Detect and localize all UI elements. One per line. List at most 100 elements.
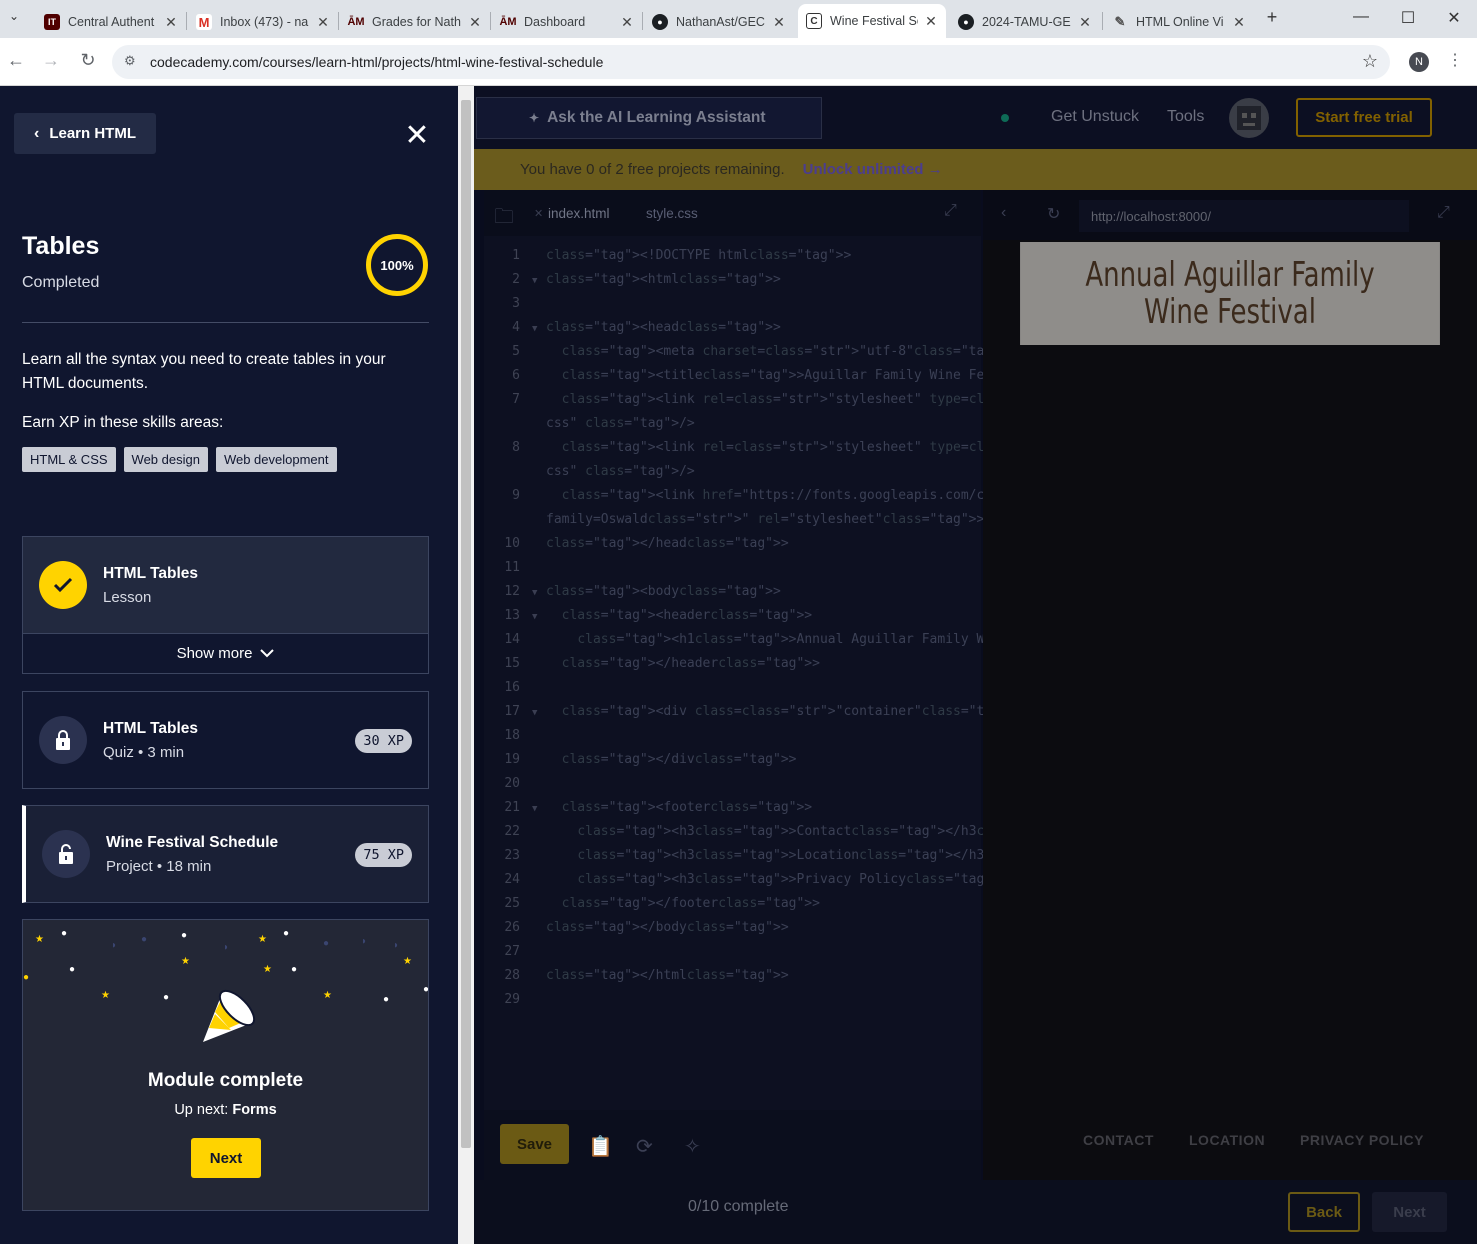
code-line[interactable]: 19 class="tag"></divclass="tag">>	[484, 752, 981, 776]
code-line[interactable]: 6 class="tag"><titleclass="tag">>Aguilla…	[484, 368, 1282, 392]
fold-arrow-icon[interactable]: ▼	[532, 708, 537, 718]
clipboard-icon[interactable]: 📋	[588, 1134, 613, 1159]
tab-index-html[interactable]: index.html	[548, 206, 610, 221]
tab-separator	[490, 12, 491, 30]
code-line[interactable]: 4 ▼ class="tag"><headclass="tag">>	[484, 320, 981, 344]
window-close-icon[interactable]: ✕	[1444, 8, 1464, 28]
bookmark-star-icon[interactable]: ☆	[1362, 51, 1378, 72]
lesson-card-html-tables[interactable]: HTML Tables Lesson	[22, 536, 429, 634]
tools-link[interactable]: Tools	[1167, 108, 1204, 126]
minimize-icon[interactable]: —	[1351, 8, 1371, 26]
preview-back-icon[interactable]: ‹	[1001, 204, 1006, 222]
close-tab-icon[interactable]: ✕	[924, 13, 938, 30]
reload-icon[interactable]: ↻	[77, 50, 99, 71]
sparkle-icon: ✦	[529, 111, 540, 125]
code-line[interactable]: 7 class="tag"><link rel=class="str">"sty…	[484, 392, 1242, 416]
save-button[interactable]: Save	[500, 1124, 569, 1164]
fold-arrow-icon[interactable]: ▼	[532, 324, 537, 334]
code-line[interactable]: 12 ▼ class="tag"><bodyclass="tag">>	[484, 584, 981, 608]
expand-icon[interactable]: ⤢	[944, 202, 957, 220]
next-module-button[interactable]: Next	[191, 1138, 261, 1178]
browser-menu-icon[interactable]: ⋮	[1444, 50, 1466, 70]
preview-url-field[interactable]: http://localhost:8000/	[1079, 200, 1409, 232]
next-button[interactable]: Next	[1372, 1192, 1447, 1232]
code-line[interactable]: 3	[484, 296, 981, 320]
close-tab-icon[interactable]: ✕	[164, 14, 178, 31]
new-tab-icon[interactable]: +	[1262, 7, 1282, 28]
preview-refresh-icon[interactable]: ↻	[1047, 204, 1060, 224]
code-line[interactable]: 20	[484, 776, 981, 800]
code-line[interactable]: 26 class="tag"></bodyclass="tag">>	[484, 920, 981, 944]
unlock-unlimited-link[interactable]: Unlock unlimited →	[803, 161, 943, 178]
code-line[interactable]: 24 class="tag"><h3class="tag">>Privacy P…	[484, 872, 1133, 896]
profile-avatar[interactable]: N	[1409, 52, 1429, 72]
browser-tab-github-tamu[interactable]: ● 2024-TAMU-GE ✕	[950, 6, 1100, 38]
browser-tab-inbox[interactable]: M Inbox (473) - na ✕	[188, 6, 338, 38]
code-line[interactable]: 13 ▼ class="tag"><headerclass="tag">>	[484, 608, 981, 632]
learn-html-back-button[interactable]: ‹ Learn HTML	[14, 113, 156, 154]
start-free-trial-button[interactable]: Start free trial	[1296, 98, 1432, 137]
refresh-icon[interactable]: ⟳	[636, 1134, 653, 1159]
fold-arrow-icon[interactable]: ▼	[532, 804, 537, 814]
code-line[interactable]: 10 class="tag"></headclass="tag">>	[484, 536, 981, 560]
sidebar-scroll-thumb[interactable]	[461, 100, 471, 1148]
code-line[interactable]: 1 class="tag"><!DOCTYPE htmlclass="tag">>	[484, 248, 981, 272]
code-line[interactable]: 14 class="tag"><h1class="tag">>Annual Ag…	[484, 632, 1305, 656]
code-line[interactable]: 21 ▼ class="tag"><footerclass="tag">>	[484, 800, 981, 824]
fold-arrow-icon[interactable]: ▼	[532, 276, 537, 286]
tamu-icon: ĀM	[499, 16, 517, 28]
close-tab-icon[interactable]: ✕	[620, 14, 634, 31]
folder-icon[interactable]: 🗀	[494, 202, 514, 236]
code-line[interactable]: 22 class="tag"><h3class="tag">>Contactcl…	[484, 824, 1078, 848]
close-tab-icon[interactable]: ✕	[468, 14, 482, 31]
code-line[interactable]: 15 class="tag"></headerclass="tag">>	[484, 656, 981, 680]
code-line[interactable]: 2 ▼ class="tag"><htmlclass="tag">>	[484, 272, 981, 296]
magic-wand-icon[interactable]: ✧	[684, 1134, 701, 1159]
code-line[interactable]: 17 ▼ class="tag"><div class=class="str">"…	[484, 704, 1023, 728]
code-line[interactable]: 5 class="tag"><meta charset=class="str">…	[484, 344, 1015, 368]
forward-arrow-icon[interactable]: →	[40, 50, 62, 71]
code-line[interactable]: 18	[484, 728, 981, 752]
url-field[interactable]: ⚙ codecademy.com/courses/learn-html/proj…	[112, 45, 1390, 79]
site-info-icon[interactable]: ⚙	[124, 53, 136, 69]
close-tab-icon[interactable]: ✕	[1078, 14, 1092, 31]
code-line[interactable]: 28 class="tag"></htmlclass="tag">>	[484, 968, 981, 992]
maximize-icon[interactable]: ☐	[1398, 8, 1418, 28]
browser-tab-html-viewer[interactable]: ✎ HTML Online Vi ✕	[1104, 6, 1254, 38]
show-more-button[interactable]: Show more	[22, 633, 429, 674]
code-line[interactable]: 11	[484, 560, 981, 584]
ask-ai-button[interactable]: ✦ Ask the AI Learning Assistant	[476, 97, 822, 139]
code-line[interactable]: 27	[484, 944, 981, 968]
browser-tab-dashboard[interactable]: ĀM Dashboard ✕	[492, 6, 642, 38]
code-line[interactable]: 25 class="tag"></footerclass="tag">>	[484, 896, 981, 920]
browser-tab-github-gec[interactable]: ● NathanAst/GEC ✕	[644, 6, 794, 38]
get-unstuck-link[interactable]: Get Unstuck	[1051, 108, 1139, 126]
line-number: 8	[512, 440, 520, 455]
user-avatar[interactable]	[1229, 98, 1269, 138]
close-tab-icon[interactable]: ✕	[772, 14, 786, 31]
code-line[interactable]: 29	[484, 992, 981, 1016]
code-line[interactable]: 23 class="tag"><h3class="tag">>Locationc…	[484, 848, 1086, 872]
quiz-card-html-tables[interactable]: HTML Tables Quiz • 3 min 30 XP	[22, 691, 429, 789]
browser-tab-central-auth[interactable]: IT Central Authent ✕	[36, 6, 186, 38]
fold-arrow-icon[interactable]: ▼	[532, 612, 537, 622]
browser-tab-grades[interactable]: ĀM Grades for Nath ✕	[340, 6, 490, 38]
close-tab-icon[interactable]: ✕	[316, 14, 330, 31]
code-line[interactable]: family=Oswaldclass="str">" rel="styleshe…	[484, 512, 984, 536]
preview-expand-icon[interactable]: ⤢	[1437, 204, 1450, 222]
close-sidebar-icon[interactable]: ✕	[402, 118, 432, 153]
code-line[interactable]: 9 class="tag"><link href="https://fonts.…	[484, 488, 1008, 512]
tab-style-css[interactable]: style.css	[646, 206, 698, 221]
browser-tab-wine-festival[interactable]: C Wine Festival Sc ✕	[798, 4, 946, 38]
project-card-wine-festival[interactable]: Wine Festival Schedule Project • 18 min …	[22, 805, 429, 903]
back-arrow-icon[interactable]: ←	[5, 50, 27, 71]
code-line[interactable]: 16	[484, 680, 981, 704]
code-line[interactable]: css" class="tag">/>	[484, 416, 981, 440]
close-file-icon[interactable]: ✕	[534, 207, 543, 220]
code-line[interactable]: 8 class="tag"><link rel=class="str">"sty…	[484, 440, 1242, 464]
close-tab-icon[interactable]: ✕	[1232, 14, 1246, 31]
code-line[interactable]: css" class="tag">/>	[484, 464, 981, 488]
tab-search-icon[interactable]: ⌄	[4, 9, 24, 23]
back-button[interactable]: Back	[1288, 1192, 1360, 1232]
fold-arrow-icon[interactable]: ▼	[532, 588, 537, 598]
